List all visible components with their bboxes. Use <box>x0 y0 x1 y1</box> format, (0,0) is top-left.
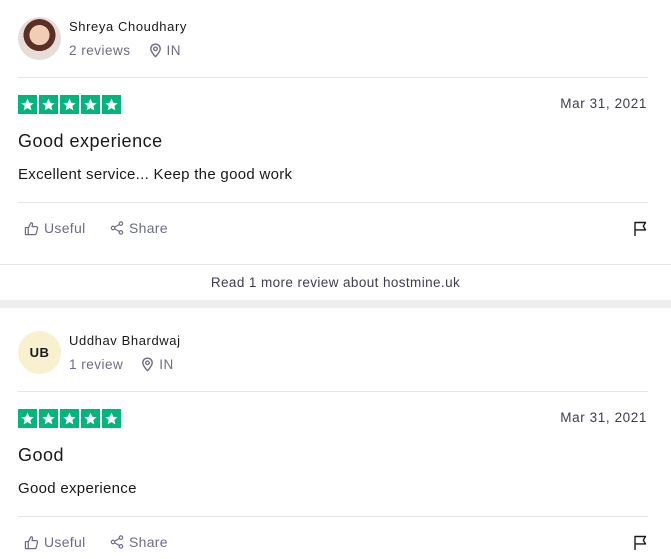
star-icon <box>81 95 100 114</box>
reviewer-meta: 1 review IN <box>69 357 174 372</box>
star-icon <box>60 95 79 114</box>
star-icon <box>39 409 58 428</box>
reviewer-avatar[interactable]: UB <box>18 331 61 374</box>
divider <box>18 202 648 203</box>
divider <box>18 516 648 517</box>
thumbs-up-icon <box>24 221 39 235</box>
share-button[interactable]: Share <box>110 534 168 550</box>
star-icon <box>18 409 37 428</box>
review-count: 2 reviews <box>69 43 131 58</box>
reviewer-meta: 2 reviews IN <box>69 43 181 58</box>
review-date: Mar 31, 2021 <box>560 96 647 111</box>
review-date: Mar 31, 2021 <box>560 410 647 425</box>
star-icon <box>39 95 58 114</box>
star-icon <box>18 95 37 114</box>
share-button[interactable]: Share <box>110 220 168 236</box>
useful-button[interactable]: Useful <box>24 534 85 550</box>
review-card: UB Uddhav Bhardwaj 1 review IN Mar 31, 2… <box>0 308 671 559</box>
reviewer-name[interactable]: Shreya Choudhary <box>69 19 187 34</box>
useful-label: Useful <box>44 534 86 550</box>
share-icon <box>110 535 124 549</box>
flag-icon <box>634 221 647 236</box>
useful-button[interactable]: Useful <box>24 220 85 236</box>
review-body: Excellent service... Keep the good work <box>18 166 293 183</box>
review-title[interactable]: Good <box>18 445 64 466</box>
review-title[interactable]: Good experience <box>18 131 163 152</box>
thumbs-up-icon <box>24 535 39 549</box>
country-code: IN <box>159 357 174 372</box>
share-icon <box>110 221 124 235</box>
share-label: Share <box>129 534 168 550</box>
country-code: IN <box>166 43 182 58</box>
star-icon <box>60 409 79 428</box>
report-button[interactable] <box>633 221 648 237</box>
star-icon <box>102 95 121 114</box>
location-pin-icon <box>142 357 154 372</box>
reviewer-name[interactable]: Uddhav Bhardwaj <box>69 333 181 348</box>
flag-icon <box>634 535 647 550</box>
useful-label: Useful <box>44 220 86 236</box>
location-pin-icon <box>149 43 161 58</box>
reviewer-location: IN <box>141 357 174 372</box>
reviewer-location: IN <box>149 43 182 58</box>
star-rating <box>18 95 121 114</box>
star-icon <box>102 409 121 428</box>
share-label: Share <box>129 220 168 236</box>
report-button[interactable] <box>633 535 648 551</box>
review-card: Shreya Choudhary 2 reviews IN Mar 31, 20… <box>0 0 671 264</box>
divider <box>18 391 648 392</box>
star-icon <box>81 409 100 428</box>
divider <box>18 77 648 78</box>
review-body: Good experience <box>18 480 137 497</box>
read-more-link[interactable]: Read 1 more review about hostmine.uk <box>0 264 671 300</box>
review-count: 1 review <box>69 357 124 372</box>
star-rating <box>18 409 121 428</box>
read-more-label: Read 1 more review about hostmine.uk <box>210 275 461 290</box>
reviewer-avatar[interactable] <box>18 17 61 60</box>
avatar-initials: UB <box>29 345 50 360</box>
